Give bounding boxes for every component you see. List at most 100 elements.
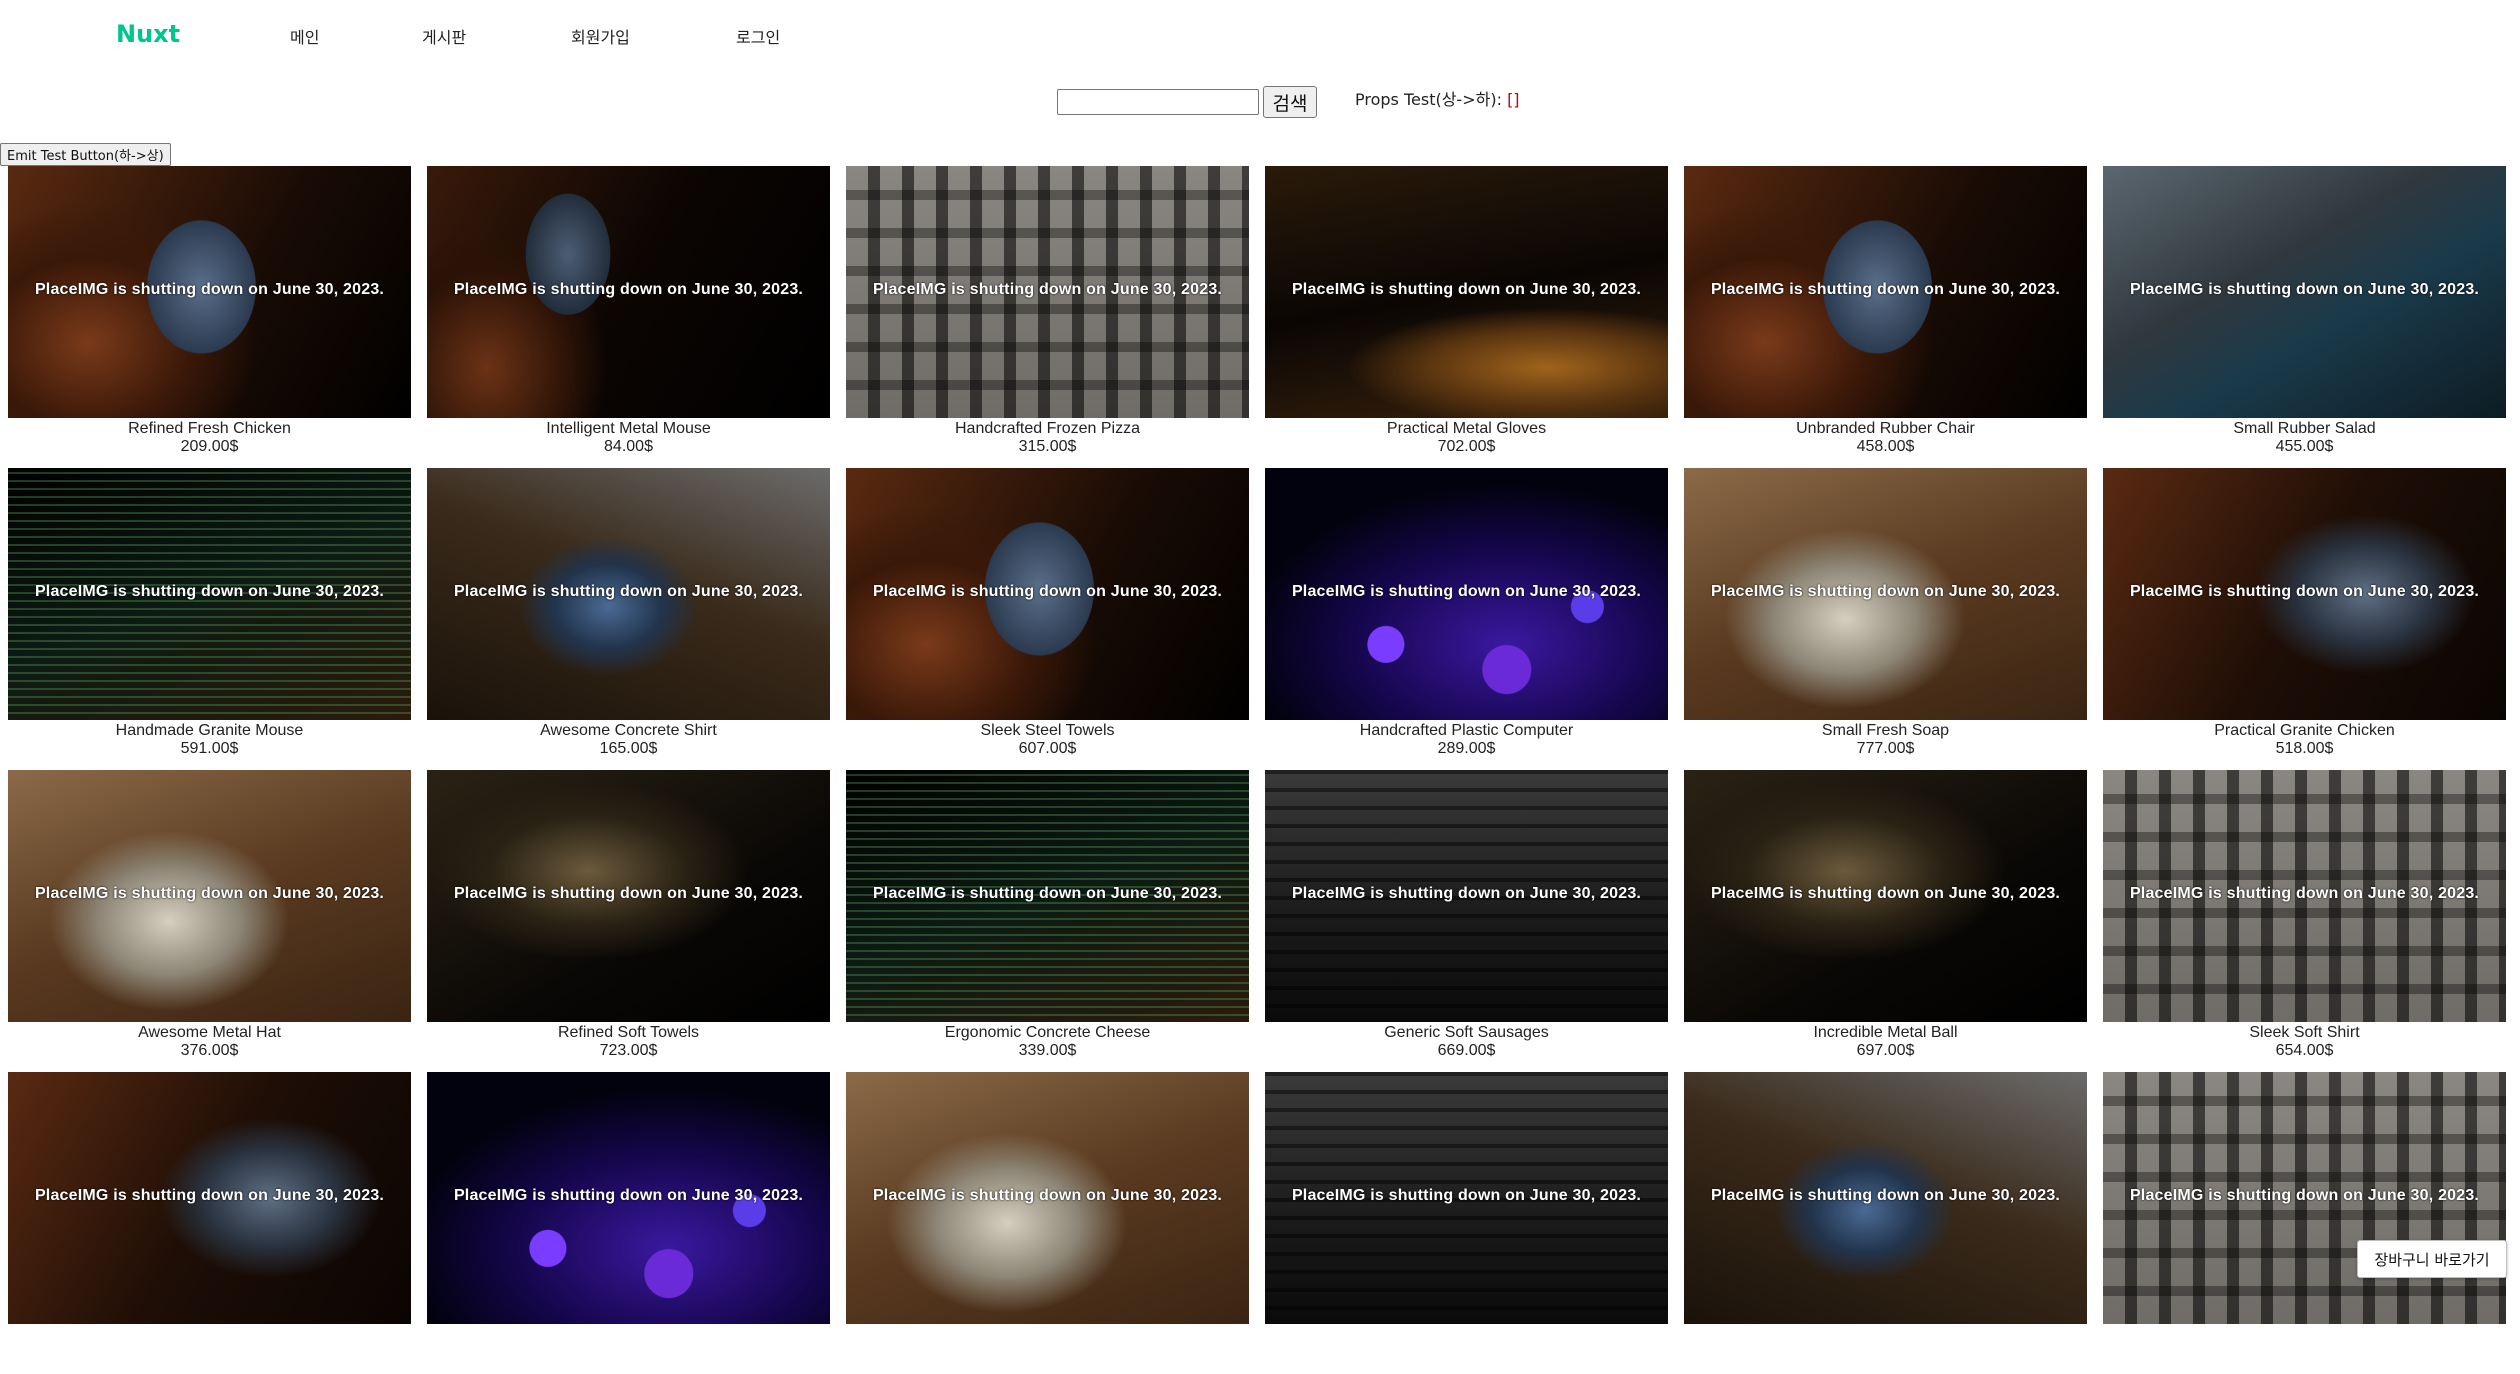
nav-link-main[interactable]: 메인 [290, 24, 319, 48]
product-card[interactable]: PlaceIMG is shutting down on June 30, 20… [846, 770, 1249, 1072]
brand-logo[interactable]: Nuxt [116, 20, 180, 48]
props-test: Props Test(상->하): [] [1355, 86, 1520, 110]
product-name: Handcrafted Frozen Pizza [955, 420, 1140, 437]
image-notice-text: PlaceIMG is shutting down on June 30, 20… [872, 885, 1223, 902]
product-card[interactable]: PlaceIMG is shutting down on June 30, 20… [1684, 468, 2087, 770]
product-image[interactable]: PlaceIMG is shutting down on June 30, 20… [846, 1072, 1249, 1324]
product-image[interactable]: PlaceIMG is shutting down on June 30, 20… [1684, 770, 2087, 1022]
product-image[interactable]: PlaceIMG is shutting down on June 30, 20… [2103, 1072, 2506, 1324]
nav-link-board[interactable]: 게시판 [422, 24, 466, 48]
product-name: Ergonomic Concrete Cheese [944, 1024, 1151, 1041]
product-card[interactable]: PlaceIMG is shutting down on June 30, 20… [427, 166, 830, 468]
product-image[interactable]: PlaceIMG is shutting down on June 30, 20… [8, 166, 411, 418]
nav-link-signup[interactable]: 회원가입 [571, 24, 630, 48]
product-card[interactable]: PlaceIMG is shutting down on June 30, 20… [427, 1072, 830, 1374]
product-image[interactable]: PlaceIMG is shutting down on June 30, 20… [8, 770, 411, 1022]
product-price: 455.00$ [2275, 438, 2334, 455]
product-image[interactable]: PlaceIMG is shutting down on June 30, 20… [427, 1072, 830, 1324]
product-image[interactable]: PlaceIMG is shutting down on June 30, 20… [1265, 1072, 1668, 1324]
product-card[interactable]: PlaceIMG is shutting down on June 30, 20… [1265, 468, 1668, 770]
product-name: Small Fresh Soap [1821, 722, 1950, 739]
product-card[interactable]: PlaceIMG is shutting down on June 30, 20… [846, 468, 1249, 770]
image-notice-text: PlaceIMG is shutting down on June 30, 20… [34, 1187, 385, 1204]
image-notice-text: PlaceIMG is shutting down on June 30, 20… [1291, 281, 1642, 298]
product-image[interactable]: PlaceIMG is shutting down on June 30, 20… [427, 770, 830, 1022]
product-card[interactable]: PlaceIMG is shutting down on June 30, 20… [8, 468, 411, 770]
product-image[interactable]: PlaceIMG is shutting down on June 30, 20… [1265, 770, 1668, 1022]
product-image[interactable]: PlaceIMG is shutting down on June 30, 20… [846, 468, 1249, 720]
product-card[interactable]: PlaceIMG is shutting down on June 30, 20… [1265, 1072, 1668, 1374]
product-name: Generic Soft Sausages [1384, 1024, 1549, 1041]
product-name: Awesome Concrete Shirt [540, 722, 717, 739]
product-card[interactable]: PlaceIMG is shutting down on June 30, 20… [1684, 1072, 2087, 1374]
image-notice-text: PlaceIMG is shutting down on June 30, 20… [1291, 583, 1642, 600]
product-name: Sleek Soft Shirt [2249, 1024, 2360, 1041]
search-button[interactable]: 검색 [1263, 86, 1317, 118]
image-notice-text: PlaceIMG is shutting down on June 30, 20… [2129, 1187, 2480, 1204]
product-image[interactable]: PlaceIMG is shutting down on June 30, 20… [1684, 1072, 2087, 1324]
product-price: 697.00$ [1856, 1042, 1915, 1059]
product-price: 777.00$ [1856, 740, 1915, 757]
product-image[interactable]: PlaceIMG is shutting down on June 30, 20… [8, 1072, 411, 1324]
product-name: Practical Granite Chicken [2214, 722, 2395, 739]
product-image[interactable]: PlaceIMG is shutting down on June 30, 20… [427, 468, 830, 720]
image-notice-text: PlaceIMG is shutting down on June 30, 20… [1710, 1187, 2061, 1204]
product-image[interactable]: PlaceIMG is shutting down on June 30, 20… [1265, 166, 1668, 418]
product-card[interactable]: PlaceIMG is shutting down on June 30, 20… [2103, 468, 2506, 770]
image-notice-text: PlaceIMG is shutting down on June 30, 20… [1710, 281, 2061, 298]
product-card[interactable]: PlaceIMG is shutting down on June 30, 20… [427, 770, 830, 1072]
product-image[interactable]: PlaceIMG is shutting down on June 30, 20… [846, 166, 1249, 418]
product-image[interactable]: PlaceIMG is shutting down on June 30, 20… [1684, 468, 2087, 720]
emit-test-button[interactable]: Emit Test Button(하->상) [0, 143, 171, 166]
image-notice-text: PlaceIMG is shutting down on June 30, 20… [1710, 583, 2061, 600]
product-card[interactable]: PlaceIMG is shutting down on June 30, 20… [2103, 770, 2506, 1072]
product-card[interactable]: PlaceIMG is shutting down on June 30, 20… [1684, 166, 2087, 468]
product-price: 723.00$ [599, 1042, 658, 1059]
product-card[interactable]: PlaceIMG is shutting down on June 30, 20… [2103, 166, 2506, 468]
product-price: 315.00$ [1018, 438, 1077, 455]
product-image[interactable]: PlaceIMG is shutting down on June 30, 20… [427, 166, 830, 418]
product-card[interactable]: PlaceIMG is shutting down on June 30, 20… [2103, 1072, 2506, 1374]
product-image[interactable]: PlaceIMG is shutting down on June 30, 20… [2103, 166, 2506, 418]
product-name: Intelligent Metal Mouse [546, 420, 711, 437]
nav-link-login[interactable]: 로그인 [736, 24, 780, 48]
image-notice-text: PlaceIMG is shutting down on June 30, 20… [453, 885, 804, 902]
product-image[interactable]: PlaceIMG is shutting down on June 30, 20… [1684, 166, 2087, 418]
image-notice-text: PlaceIMG is shutting down on June 30, 20… [1291, 1187, 1642, 1204]
product-name: Small Rubber Salad [2233, 420, 2376, 437]
product-image[interactable]: PlaceIMG is shutting down on June 30, 20… [846, 770, 1249, 1022]
props-test-label: Props Test(상->하): [1355, 90, 1502, 109]
product-card[interactable]: PlaceIMG is shutting down on June 30, 20… [1265, 166, 1668, 468]
product-image[interactable]: PlaceIMG is shutting down on June 30, 20… [2103, 468, 2506, 720]
product-name: Incredible Metal Ball [1813, 1024, 1958, 1041]
image-notice-text: PlaceIMG is shutting down on June 30, 20… [872, 1187, 1223, 1204]
product-card[interactable]: PlaceIMG is shutting down on June 30, 20… [427, 468, 830, 770]
product-card[interactable]: PlaceIMG is shutting down on June 30, 20… [8, 770, 411, 1072]
image-notice-text: PlaceIMG is shutting down on June 30, 20… [34, 281, 385, 298]
product-price: 591.00$ [180, 740, 239, 757]
product-card[interactable]: PlaceIMG is shutting down on June 30, 20… [846, 1072, 1249, 1374]
product-name: Refined Fresh Chicken [128, 420, 291, 437]
cart-shortcut-button[interactable]: 장바구니 바로가기 [2357, 1240, 2507, 1278]
product-image[interactable]: PlaceIMG is shutting down on June 30, 20… [8, 468, 411, 720]
product-price: 518.00$ [2275, 740, 2334, 757]
product-card[interactable]: PlaceIMG is shutting down on June 30, 20… [8, 1072, 411, 1374]
product-card[interactable]: PlaceIMG is shutting down on June 30, 20… [8, 166, 411, 468]
props-test-value: [] [1507, 90, 1520, 109]
product-image[interactable]: PlaceIMG is shutting down on June 30, 20… [2103, 770, 2506, 1022]
image-notice-text: PlaceIMG is shutting down on June 30, 20… [1291, 885, 1642, 902]
product-card[interactable]: PlaceIMG is shutting down on June 30, 20… [1684, 770, 2087, 1072]
product-price: 339.00$ [1018, 1042, 1077, 1059]
product-name: Practical Metal Gloves [1386, 420, 1547, 437]
product-price: 654.00$ [2275, 1042, 2334, 1059]
product-name: Awesome Metal Hat [138, 1024, 281, 1041]
product-name: Handcrafted Plastic Computer [1359, 722, 1574, 739]
product-name: Handmade Granite Mouse [115, 722, 304, 739]
image-notice-text: PlaceIMG is shutting down on June 30, 20… [34, 583, 385, 600]
search-input[interactable] [1057, 89, 1259, 115]
product-card[interactable]: PlaceIMG is shutting down on June 30, 20… [846, 166, 1249, 468]
product-image[interactable]: PlaceIMG is shutting down on June 30, 20… [1265, 468, 1668, 720]
image-notice-text: PlaceIMG is shutting down on June 30, 20… [872, 583, 1223, 600]
image-notice-text: PlaceIMG is shutting down on June 30, 20… [453, 583, 804, 600]
product-card[interactable]: PlaceIMG is shutting down on June 30, 20… [1265, 770, 1668, 1072]
